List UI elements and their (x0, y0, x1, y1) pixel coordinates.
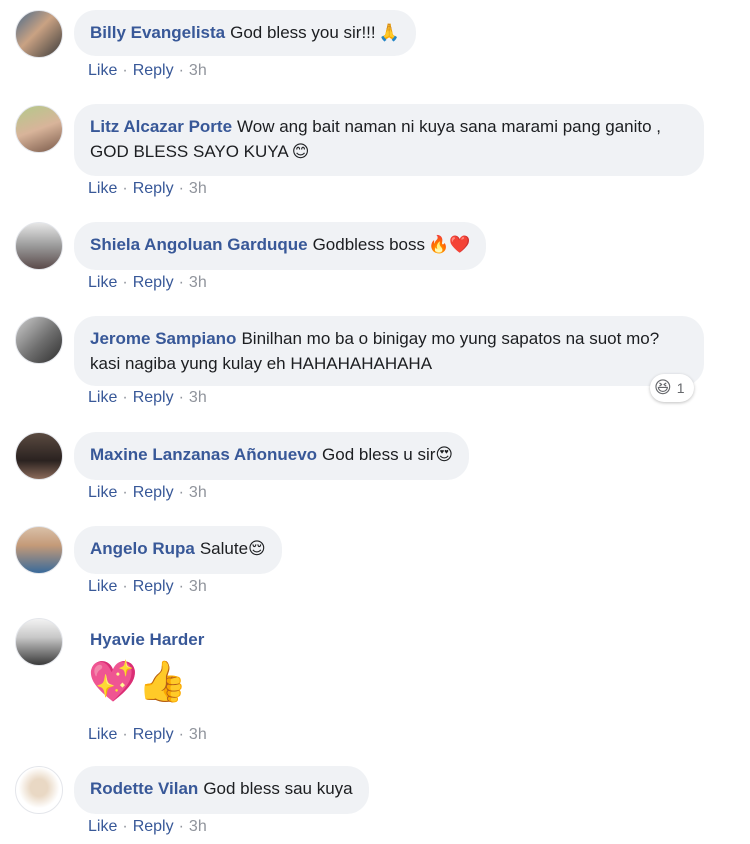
comment-text: Godbless boss (312, 235, 426, 254)
avatar[interactable] (15, 105, 63, 153)
commenter-name[interactable]: Jerome Sampiano (90, 329, 236, 348)
reply-link[interactable]: Reply (133, 389, 174, 406)
timestamp[interactable]: 3h (189, 726, 207, 743)
timestamp[interactable]: 3h (189, 818, 207, 835)
like-link[interactable]: Like (88, 818, 117, 835)
comment-bubble: Shiela Angoluan Garduque Godbless boss 🔥❤️ (74, 222, 487, 270)
comment-actions: Like · Reply · 3h (88, 274, 207, 291)
comment-bubble: Rodette Vilan God bless sau kuya (74, 766, 369, 814)
comment-actions: Like · Reply · 3h (88, 484, 207, 501)
like-link[interactable]: Like (88, 180, 117, 197)
comment-text: God bless sau kuya (203, 779, 353, 798)
commenter-name[interactable]: Litz Alcazar Porte (90, 117, 232, 136)
like-link[interactable]: Like (88, 484, 117, 501)
comment-actions: Like · Reply · 3h (88, 180, 207, 197)
comment-bubble: Litz Alcazar Porte Wow ang bait naman ni … (74, 104, 704, 176)
avatar[interactable] (15, 222, 63, 270)
laughing-emoji-icon: 😆 (654, 378, 672, 398)
avatar[interactable] (15, 766, 63, 814)
reply-link[interactable]: Reply (133, 62, 174, 79)
reply-link[interactable]: Reply (133, 274, 174, 291)
like-link[interactable]: Like (88, 578, 117, 595)
reply-link[interactable]: Reply (133, 180, 174, 197)
like-link[interactable]: Like (88, 274, 117, 291)
timestamp[interactable]: 3h (189, 578, 207, 595)
commenter-name[interactable]: Hyavie Harder (90, 630, 204, 650)
commenter-name[interactable]: Shiela Angoluan Garduque (90, 235, 308, 254)
reaction-count: 1 (676, 380, 685, 396)
comment-actions: Like · Reply · 3h (88, 578, 207, 595)
emoji-icon: 😌 (248, 539, 266, 559)
reply-link[interactable]: Reply (133, 484, 174, 501)
comment-actions: Like · Reply · 3h (88, 62, 207, 79)
avatar[interactable] (15, 432, 63, 480)
comment-bubble: Billy Evangelista God bless you sir!!! 🙏 (74, 10, 416, 56)
timestamp[interactable]: 3h (189, 484, 207, 501)
comment-text: Salute (199, 539, 249, 558)
emoji-icon: 🔥❤️ (428, 235, 471, 255)
avatar[interactable] (15, 526, 63, 574)
reply-link[interactable]: Reply (133, 818, 174, 835)
comment-actions: Like · Reply · 3h (88, 389, 207, 406)
timestamp[interactable]: 3h (189, 180, 207, 197)
commenter-name[interactable]: Billy Evangelista (90, 23, 225, 42)
comment-actions: Like · Reply · 3h (88, 818, 207, 835)
avatar[interactable] (15, 10, 63, 58)
timestamp[interactable]: 3h (189, 389, 207, 406)
comment-actions: Like · Reply · 3h (88, 726, 207, 743)
commenter-name[interactable]: Angelo Rupa (90, 539, 195, 558)
avatar[interactable] (15, 618, 63, 666)
like-link[interactable]: Like (88, 62, 117, 79)
comment-bubble: Jerome Sampiano Binilhan mo ba o binigay … (74, 316, 704, 386)
comment-text: God bless u sir (322, 445, 436, 464)
timestamp[interactable]: 3h (189, 62, 207, 79)
reply-link[interactable]: Reply (133, 578, 174, 595)
avatar[interactable] (15, 316, 63, 364)
like-link[interactable]: Like (88, 726, 117, 743)
reaction-badge[interactable]: 😆 1 (650, 374, 694, 402)
emoji-icon: 😍 (435, 445, 454, 465)
comment-bubble: Angelo Rupa Salute😌 (74, 526, 282, 574)
comment-text: God bless you sir!!! (230, 23, 376, 42)
like-link[interactable]: Like (88, 389, 117, 406)
reply-link[interactable]: Reply (133, 726, 174, 743)
emoji-icon: 😊 (291, 142, 310, 162)
timestamp[interactable]: 3h (189, 274, 207, 291)
comment-bubble: Maxine Lanzanas Añonuevo God bless u sir😍 (74, 432, 470, 480)
commenter-name[interactable]: Rodette Vilan (90, 779, 198, 798)
sticker-emoji: 💖👍 (88, 659, 188, 705)
emoji-icon: 🙏 (378, 23, 400, 43)
commenter-name[interactable]: Maxine Lanzanas Añonuevo (90, 445, 317, 464)
